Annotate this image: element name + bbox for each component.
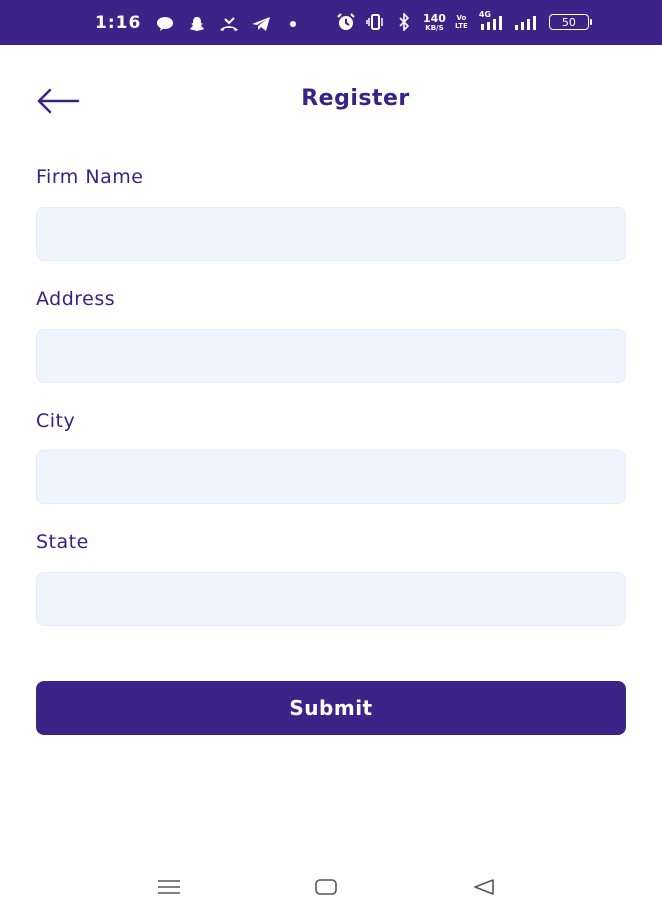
chat-bubble-icon — [155, 14, 175, 34]
firm-name-label: Firm Name — [36, 166, 144, 188]
page-title: Register — [301, 86, 410, 111]
address-label: Address — [36, 288, 116, 310]
state-label: State — [36, 531, 89, 553]
recent-apps-button[interactable] — [154, 875, 184, 899]
volte-bottom: LTE — [454, 22, 468, 30]
back-triangle-icon — [474, 879, 494, 895]
home-button[interactable] — [311, 875, 341, 899]
network-speed-value: 140 — [423, 11, 446, 25]
address-input[interactable] — [36, 329, 626, 383]
notification-icons — [155, 14, 303, 34]
state-input[interactable] — [36, 572, 626, 626]
signal-4g-icon: 4G — [477, 10, 505, 32]
volte-top: Vo — [456, 14, 467, 22]
network-type: 4G — [478, 10, 491, 19]
dot-icon — [283, 14, 303, 34]
alarm-icon — [336, 12, 356, 32]
signal-icon — [514, 12, 540, 32]
status-bar: 1:16 140 KB/S Vo LTE 4G 50 — [0, 0, 662, 45]
bluetooth-icon — [394, 12, 414, 32]
navigation-bar — [0, 865, 662, 913]
nav-back-button[interactable] — [469, 875, 499, 899]
submit-button[interactable]: Submit — [36, 681, 626, 735]
home-icon — [315, 879, 337, 895]
network-speed: 140 KB/S — [423, 13, 446, 32]
missed-call-icon — [219, 14, 239, 34]
firm-name-input[interactable] — [36, 207, 626, 261]
menu-icon — [158, 880, 180, 894]
system-icons: 140 KB/S Vo LTE 4G 50 — [336, 10, 592, 32]
status-time: 1:16 — [95, 13, 142, 33]
volte-indicator: Vo LTE — [455, 14, 468, 30]
network-speed-unit: KB/S — [425, 23, 444, 32]
telegram-icon — [251, 14, 271, 34]
city-label: City — [36, 410, 76, 432]
snapchat-icon — [187, 14, 207, 34]
city-input[interactable] — [36, 450, 626, 504]
battery-level: 50 — [561, 15, 576, 29]
battery-icon: 50 — [548, 14, 592, 30]
vibrate-icon — [365, 12, 385, 32]
